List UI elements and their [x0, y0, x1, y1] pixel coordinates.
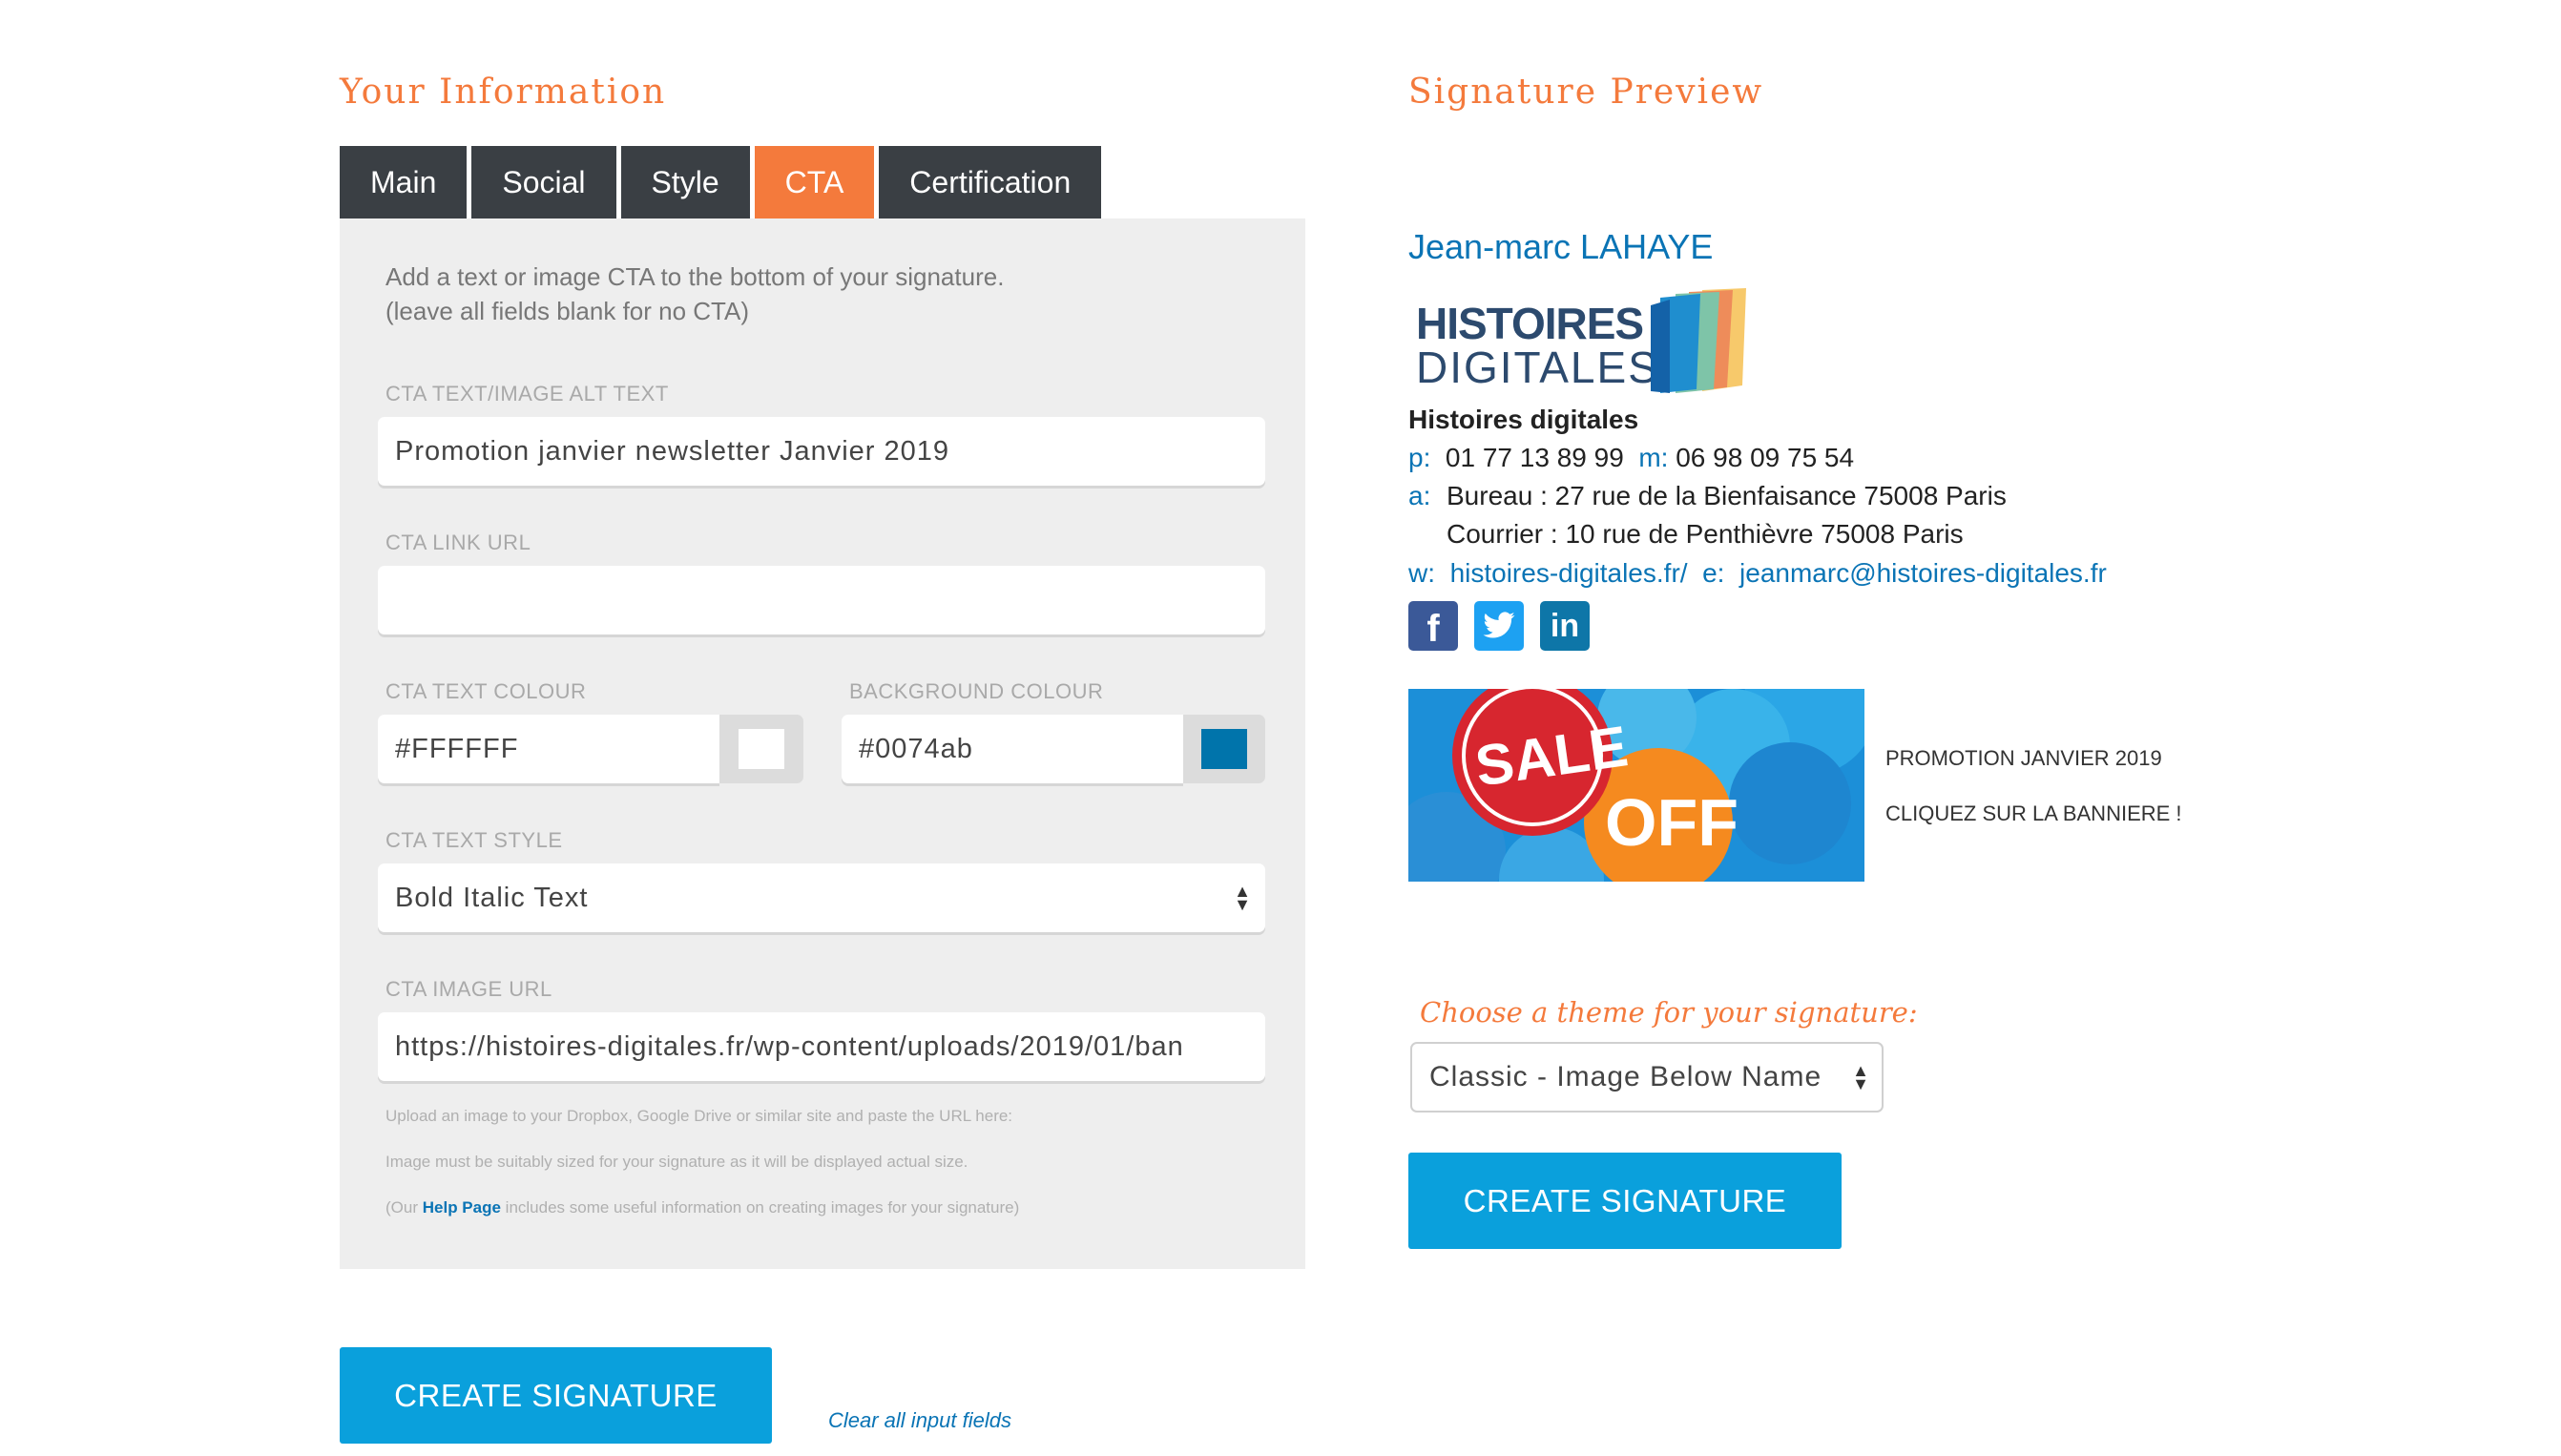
signature-name: Jean-marc LAHAYE — [1408, 227, 1714, 266]
cta-link-input[interactable] — [378, 566, 1265, 634]
email-link[interactable]: jeanmarc@histoires-digitales.fr — [1739, 558, 2107, 588]
banner-off-text: OFF — [1605, 785, 1739, 860]
cta-image-url-input[interactable]: https://histoires-digitales.fr/wp-conten… — [378, 1012, 1265, 1081]
tab-style[interactable]: Style — [620, 146, 750, 218]
cta-banner-image[interactable]: SALE OFF — [1408, 689, 1864, 882]
help-text-suffix: includes some useful information on crea… — [500, 1198, 1020, 1217]
twitter-icon[interactable] — [1474, 601, 1524, 651]
mobile-value: 06 98 09 75 54 — [1676, 443, 1855, 472]
website-link[interactable]: histoires-digitales.fr/ — [1450, 558, 1688, 588]
address-label: a: — [1408, 481, 1431, 510]
social-icons: f in — [1408, 601, 1590, 651]
email-label: e: — [1702, 558, 1725, 588]
background-colour-swatch — [1201, 729, 1247, 769]
tab-social[interactable]: Social — [471, 146, 616, 218]
background-colour-label: BACKGROUND COLOUR — [849, 679, 1104, 703]
phone-label: p: — [1408, 443, 1431, 472]
create-signature-button[interactable]: CREATE SIGNATURE — [340, 1347, 772, 1444]
cta-intro-line2: (leave all fields blank for no CTA) — [385, 297, 750, 325]
phone-line: p: 01 77 13 89 99 m: 06 98 09 75 54 — [1408, 443, 1854, 473]
clear-fields-link[interactable]: Clear all input fields — [828, 1408, 1011, 1433]
company-name: Histoires digitales — [1408, 405, 1639, 434]
cta-text-style-label: CTA TEXT STYLE — [385, 828, 563, 852]
linkedin-icon[interactable]: in — [1540, 601, 1590, 651]
tab-bar: Main Social Style CTA Certification — [340, 146, 1102, 218]
address1: Bureau : 27 rue de la Bienfaisance 75008… — [1447, 481, 2007, 510]
help-text-prefix: (Our — [385, 1198, 423, 1217]
cta-text-style-select[interactable]: Bold Italic Text ▲ ▼ — [378, 863, 1265, 932]
help-text-size: Image must be suitably sized for your si… — [385, 1153, 968, 1171]
select-updown-icon: ▲ ▼ — [1852, 1061, 1870, 1093]
cta-intro-line1: Add a text or image CTA to the bottom of… — [385, 262, 1005, 291]
background-colour-picker[interactable] — [1183, 715, 1265, 783]
cta-text-colour-label: CTA TEXT COLOUR — [385, 679, 587, 703]
help-page-link[interactable]: Help Page — [423, 1198, 501, 1217]
select-updown-icon: ▲ ▼ — [1234, 882, 1252, 914]
background-colour-input[interactable]: #0074ab — [842, 715, 1183, 783]
mobile-label: m: — [1638, 443, 1669, 472]
web-email-line: w: histoires-digitales.fr/ e: jeanmarc@h… — [1408, 558, 2107, 589]
cta-link-label: CTA LINK URL — [385, 530, 531, 554]
signature-preview-title: Signature Preview — [1408, 73, 1764, 112]
help-text-page: (Our Help Page includes some useful info… — [385, 1198, 1019, 1217]
cta-text-colour-picker[interactable] — [719, 715, 803, 783]
address2: Courrier : 10 rue de Penthièvre 75008 Pa… — [1447, 519, 1964, 549]
tab-cta[interactable]: CTA — [754, 146, 875, 218]
cta-text-label: CTA TEXT/IMAGE ALT TEXT — [385, 382, 669, 406]
banner-promo-text: PROMOTION JANVIER 2019 — [1885, 746, 2162, 770]
cta-text-input[interactable]: Promotion janvier newsletter Janvier 201… — [378, 417, 1265, 486]
banner-click-text: CLIQUEZ SUR LA BANNIERE ! — [1885, 801, 2182, 825]
web-label: w: — [1408, 558, 1435, 588]
logo-text-line2: DIGITALES — [1416, 343, 1659, 392]
theme-select[interactable]: Classic - Image Below Name ▲ ▼ — [1410, 1042, 1884, 1113]
address-line1: a: — [1408, 481, 1430, 511]
theme-select-value: Classic - Image Below Name — [1429, 1061, 1822, 1092]
cta-text-style-value: Bold Italic Text — [395, 882, 589, 913]
theme-label: Choose a theme for your signature: — [1420, 996, 1918, 1029]
create-signature-button-preview[interactable]: CREATE SIGNATURE — [1408, 1153, 1842, 1249]
text-colour-swatch — [739, 729, 784, 769]
tab-main[interactable]: Main — [340, 146, 468, 218]
company-logo: HISTOIRES DIGITALES — [1412, 286, 1756, 393]
logo-books-icon — [1651, 288, 1746, 393]
your-information-title: Your Information — [340, 73, 667, 112]
help-text-upload: Upload an image to your Dropbox, Google … — [385, 1107, 1013, 1125]
facebook-icon[interactable]: f — [1408, 601, 1458, 651]
cta-image-url-label: CTA IMAGE URL — [385, 977, 552, 1001]
phone-value: 01 77 13 89 99 — [1445, 443, 1624, 472]
cta-text-colour-input[interactable]: #FFFFFF — [378, 715, 719, 783]
tab-certification[interactable]: Certification — [879, 146, 1102, 218]
